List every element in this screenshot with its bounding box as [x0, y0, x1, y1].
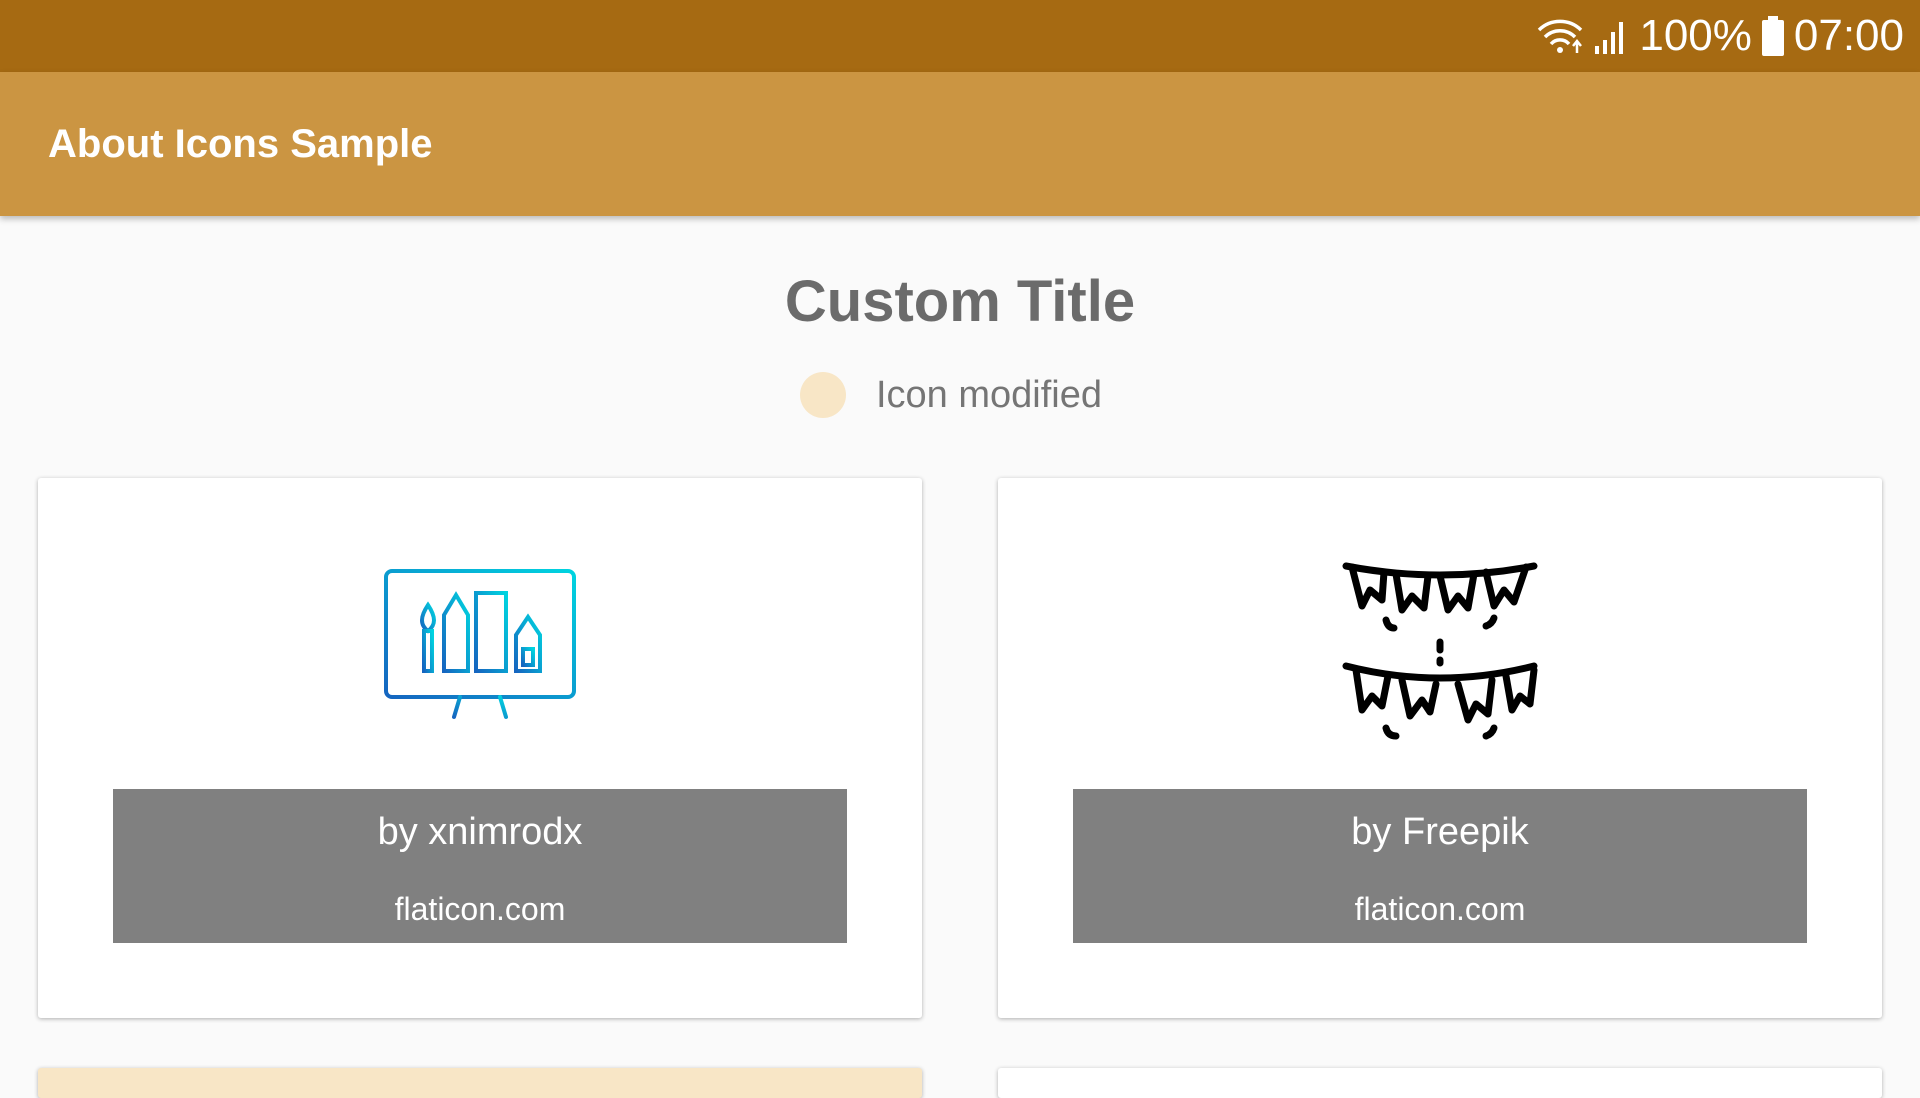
party-bunting-icon	[1340, 550, 1540, 750]
credit-site-link[interactable]: flaticon.com	[113, 891, 847, 928]
credit-author: by xnimrodx	[377, 811, 583, 853]
modified-label: Icon modified	[875, 373, 1102, 416]
modified-indicator-dot	[799, 372, 846, 418]
wifi-icon	[1535, 16, 1585, 56]
app-bar: About Icons Sample	[0, 72, 1920, 216]
credit-author: by Freepik	[1351, 811, 1529, 853]
status-bar: 100% 07:00	[0, 0, 1920, 72]
icon-card-peek-modified[interactable]	[38, 1068, 922, 1098]
battery-percent: 100%	[1639, 11, 1752, 60]
icon-card-peek[interactable]	[998, 1068, 1882, 1098]
credit-site-link[interactable]: flaticon.com	[1073, 891, 1807, 928]
icon-card-freepik[interactable]: by Freepik flaticon.com	[998, 478, 1882, 1018]
battery-icon	[1760, 15, 1786, 57]
signal-icon	[1593, 16, 1631, 56]
credit-box[interactable]: by Freepik flaticon.com	[1073, 789, 1807, 943]
app-title: About Icons Sample	[48, 121, 433, 166]
icon-card-xnimrodx[interactable]: by xnimrodx flaticon.com	[38, 478, 922, 1018]
monitor-art-tools-icon	[380, 550, 580, 750]
status-icons: 100% 07:00	[1535, 14, 1904, 58]
clock: 07:00	[1793, 11, 1904, 60]
credit-box[interactable]: by xnimrodx flaticon.com	[113, 789, 847, 943]
icon-modified-legend: Icon modified	[0, 372, 1920, 418]
content-area[interactable]: Custom Title Icon modified by xnimrodx f…	[0, 216, 1920, 1098]
page-title: Custom Title	[784, 269, 1136, 334]
